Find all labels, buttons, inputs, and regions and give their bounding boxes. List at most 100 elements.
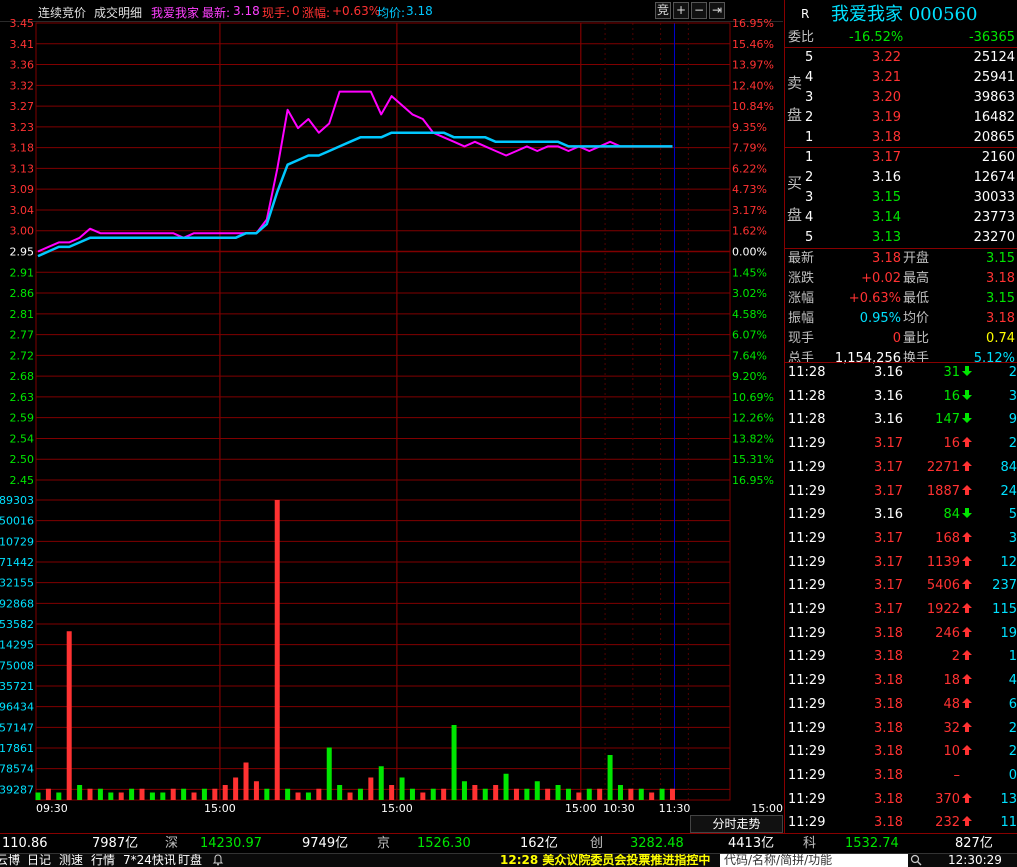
volume-bar [274, 500, 280, 800]
stat-row-2[interactable]: 涨幅 +0.63% 最低 3.15 [785, 289, 1017, 309]
stat-row-1[interactable]: 涨跌 +0.02 最高 3.18 [785, 269, 1017, 289]
trade-row[interactable]: 11:29 3.18 48 6 [785, 695, 1017, 715]
trade-row[interactable]: 11:29 3.17 2271 84 [785, 458, 1017, 478]
index-4-value[interactable]: 3282.48 [630, 834, 684, 853]
bid-level-index: 1 [805, 150, 814, 165]
trade-row[interactable]: 11:29 3.18 2 1 [785, 647, 1017, 667]
index-1-value[interactable]: 110.86 [2, 834, 48, 853]
trade-time: 11:29 [788, 507, 826, 523]
bid-level-5[interactable]: 5 3.13 23270 [785, 228, 1017, 248]
volume-bar [295, 792, 301, 800]
stat-row-3[interactable]: 振幅 0.95% 均价 3.18 [785, 309, 1017, 329]
trade-row[interactable]: 11:29 3.18 32 2 [785, 719, 1017, 739]
percent-tick-label: 16.95% [732, 18, 774, 30]
trade-row[interactable]: 11:29 3.17 5406 237 [785, 576, 1017, 596]
volume-bar [638, 788, 644, 800]
bottom-tab-watch[interactable]: 盯盘 [178, 854, 202, 867]
bid-level-2[interactable]: 2 3.16 12674 [785, 168, 1017, 188]
trade-price: 3.18 [874, 625, 903, 641]
trade-row[interactable]: 11:29 3.17 168 3 [785, 529, 1017, 549]
bottom-tab-newsflash[interactable]: 7*24快讯 [123, 854, 176, 867]
ask-level-4[interactable]: 4 3.21 25941 [785, 68, 1017, 88]
trade-row[interactable]: 11:29 3.18 – 0 [785, 766, 1017, 786]
trade-row[interactable]: 11:29 3.17 1139 12 [785, 553, 1017, 573]
index-3-name[interactable]: 京 [377, 834, 390, 853]
volume-tick-label: 35721 [0, 680, 34, 693]
index-2-name[interactable]: 深 [165, 834, 178, 853]
trade-volume: 18 [943, 673, 960, 689]
trade-row[interactable]: 11:29 3.18 246 19 [785, 624, 1017, 644]
trade-row[interactable]: 11:29 3.17 1922 115 [785, 600, 1017, 620]
news-ticker[interactable]: 12:28 美众议院委员会投票推进指控中 [500, 854, 710, 867]
volume-bar [253, 781, 259, 800]
arrow-down-icon [962, 410, 972, 430]
volume-value: 0 [292, 4, 300, 18]
trade-row[interactable]: 11:29 3.17 1887 24 [785, 482, 1017, 502]
percent-tick-label: 6.07% [732, 329, 767, 342]
trade-row[interactable]: 11:28 3.16 147 9 [785, 410, 1017, 430]
bottom-tab-speedtest[interactable]: 测速 [59, 854, 83, 867]
bid-level-index: 4 [805, 210, 814, 225]
ask-level-5[interactable]: 5 3.22 25124 [785, 48, 1017, 68]
volume-bar [430, 788, 436, 800]
volume-bar [97, 788, 103, 800]
trade-row[interactable]: 11:29 3.18 18 4 [785, 671, 1017, 691]
zoom-in-button[interactable]: + [673, 2, 689, 19]
trade-price: 3.18 [874, 744, 903, 760]
volume-bar [482, 788, 488, 800]
ask-level-3[interactable]: 3 3.20 39863 [785, 88, 1017, 108]
intraday-mode-button[interactable]: 分时走势 [690, 815, 783, 833]
next-page-icon[interactable]: ⇥ [709, 2, 725, 19]
search-input[interactable]: 代码/名称/简拼/功能 [720, 854, 908, 867]
percent-tick-label: 13.97% [732, 59, 774, 72]
zoom-out-button[interactable]: − [691, 2, 707, 19]
ask-level-2[interactable]: 2 3.19 16482 [785, 108, 1017, 128]
bottom-tab-quotes[interactable]: 行情 [91, 854, 115, 867]
trade-row[interactable]: 11:29 3.18 370 13 [785, 790, 1017, 810]
trade-row[interactable]: 11:29 3.18 232 11 [785, 813, 1017, 833]
ask-level-1[interactable]: 1 3.18 20865 [785, 128, 1017, 148]
price-tick-label: 2.68 [10, 370, 35, 383]
search-icon[interactable] [910, 854, 926, 867]
trade-row[interactable]: 11:29 3.18 10 2 [785, 742, 1017, 762]
arrow-up-icon [962, 434, 972, 454]
trade-time: 11:28 [788, 365, 826, 380]
volume-bar [149, 792, 155, 800]
bell-icon[interactable] [212, 854, 238, 867]
ask-price: 3.21 [872, 70, 901, 85]
trade-row[interactable]: 11:29 3.16 84 5 [785, 505, 1017, 525]
trade-volume: 1922 [926, 602, 960, 617]
auction-button[interactable]: 竞 [655, 2, 671, 19]
percent-tick-label: 7.64% [732, 349, 767, 362]
volume-bar [409, 788, 415, 800]
index-5-name[interactable]: 科 [803, 834, 816, 853]
stat-row-0[interactable]: 最新 3.18 开盘 3.15 [785, 249, 1017, 269]
trade-price: 3.18 [874, 696, 903, 712]
bid-level-3[interactable]: 3 3.15 30033 [785, 188, 1017, 208]
bid-level-1[interactable]: 1 3.17 2160 [785, 148, 1017, 168]
trade-time: 11:28 [788, 388, 826, 404]
bid-level-4[interactable]: 4 3.14 23773 [785, 208, 1017, 228]
index-3-value[interactable]: 1526.30 [417, 834, 471, 853]
bottom-tab-diary[interactable]: 日记 [27, 854, 51, 867]
price-tick-label: 2.63 [10, 391, 35, 404]
stat-label-b: 均价 [903, 311, 930, 326]
index-4-name[interactable]: 创 [590, 834, 603, 853]
stat-row-4[interactable]: 现手 0 量比 0.74 [785, 329, 1017, 349]
trade-row[interactable]: 11:28 3.16 16 3 [785, 387, 1017, 407]
index-5-value[interactable]: 1532.74 [845, 834, 899, 853]
stat-value-b: 3.15 [986, 291, 1015, 306]
trade-price: 3.18 [874, 649, 903, 665]
trade-row[interactable]: 11:29 3.17 16 2 [785, 434, 1017, 454]
trade-volume: 32 [943, 720, 960, 736]
intraday-chart[interactable]: 3.45 3.41 3.36 3.32 3.27 3.23 3.18 3.13 3.09 3.04… [0, 18, 783, 833]
index-2-value[interactable]: 14230.97 [200, 834, 262, 853]
ask-volume: 25124 [973, 50, 1015, 65]
bid-price: 3.16 [872, 170, 901, 185]
time-tick-label: 15:00 [565, 802, 597, 815]
trade-row[interactable]: 11:28 3.16 31 2 [785, 363, 1017, 383]
bottom-tab-cloud[interactable]: 云博 [0, 854, 20, 867]
trade-volume: 16 [943, 388, 960, 404]
trade-count: 1 [1008, 649, 1017, 665]
percent-tick-label: 4.73% [732, 183, 767, 196]
